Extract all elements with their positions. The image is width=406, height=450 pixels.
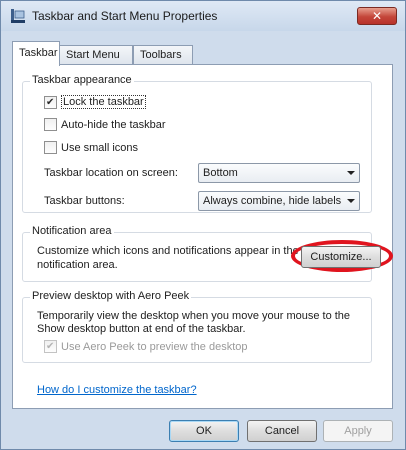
close-button[interactable]: ✕ — [357, 7, 397, 25]
location-label: Taskbar location on screen: — [44, 167, 178, 179]
group-title: Preview desktop with Aero Peek — [30, 290, 192, 302]
location-value: Bottom — [203, 167, 238, 179]
aero-peek-description-2: Show desktop button at end of the taskba… — [37, 323, 246, 335]
group-title: Taskbar appearance — [30, 74, 134, 86]
lock-taskbar-checkbox[interactable] — [44, 95, 57, 109]
customize-button[interactable]: Customize... — [301, 246, 381, 268]
ok-button[interactable]: OK — [169, 420, 239, 442]
location-select[interactable]: Bottom — [198, 163, 360, 183]
aero-peek-row[interactable]: Use Aero Peek to preview the desktop — [44, 340, 248, 353]
small-icons-checkbox[interactable] — [44, 141, 57, 154]
auto-hide-checkbox[interactable] — [44, 118, 57, 131]
buttons-value: Always combine, hide labels — [203, 195, 342, 207]
group-title: Notification area — [30, 225, 114, 237]
tab-taskbar[interactable]: Taskbar — [12, 41, 60, 66]
lock-taskbar-label: Lock the taskbar — [61, 95, 146, 109]
window-title: Taskbar and Start Menu Properties — [32, 9, 218, 23]
aero-peek-description-1: Temporarily view the desktop when you mo… — [37, 310, 351, 322]
notification-description-1: Customize which icons and notifications … — [37, 245, 299, 257]
auto-hide-row[interactable]: Auto-hide the taskbar — [44, 118, 166, 131]
taskbar-app-icon — [11, 9, 25, 23]
chevron-down-icon — [347, 171, 355, 175]
lock-taskbar-row[interactable]: Lock the taskbar — [44, 95, 146, 109]
tab-start-menu[interactable]: Start Menu — [59, 45, 133, 65]
title-bar[interactable]: Taskbar and Start Menu Properties ✕ — [1, 1, 405, 31]
tab-toolbars[interactable]: Toolbars — [133, 45, 193, 65]
close-icon: ✕ — [371, 9, 383, 23]
help-link[interactable]: How do I customize the taskbar? — [37, 384, 197, 396]
apply-button[interactable]: Apply — [323, 420, 393, 442]
notification-description-2: notification area. — [37, 259, 118, 271]
cancel-button[interactable]: Cancel — [247, 420, 317, 442]
aero-peek-label: Use Aero Peek to preview the desktop — [61, 340, 248, 353]
buttons-label: Taskbar buttons: — [44, 195, 125, 207]
aero-peek-checkbox[interactable] — [44, 340, 57, 353]
auto-hide-label: Auto-hide the taskbar — [61, 118, 166, 131]
chevron-down-icon — [347, 199, 355, 203]
small-icons-row[interactable]: Use small icons — [44, 141, 138, 154]
properties-window: Taskbar and Start Menu Properties ✕ Task… — [0, 0, 406, 450]
small-icons-label: Use small icons — [61, 141, 139, 154]
buttons-select[interactable]: Always combine, hide labels — [198, 191, 360, 211]
